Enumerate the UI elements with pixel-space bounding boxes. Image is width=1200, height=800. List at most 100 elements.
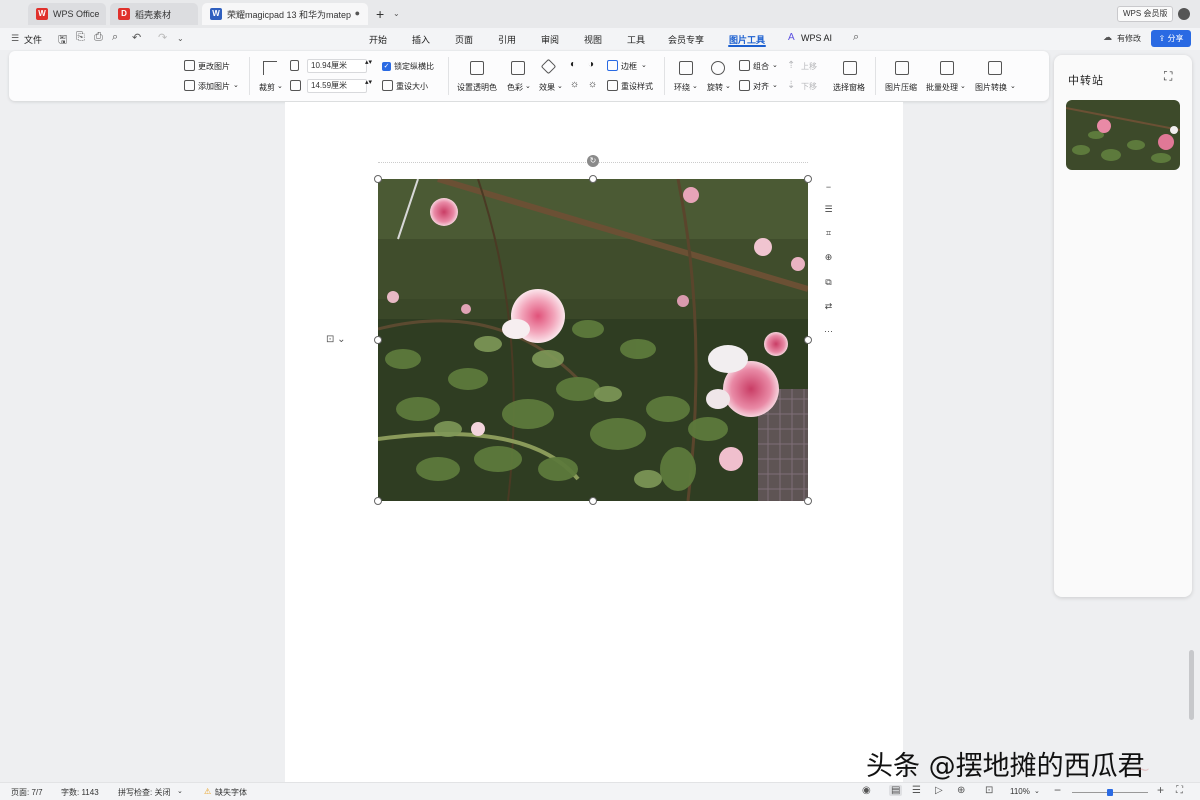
resize-handle[interactable] [374, 497, 382, 505]
rotate-button[interactable]: 旋转 [707, 82, 723, 93]
word-count[interactable]: 字数: 1143 [61, 787, 99, 798]
zoom-out-icon[interactable]: − [1054, 783, 1061, 797]
menu-insert[interactable]: 插入 [412, 33, 430, 46]
wrap-button[interactable]: 环绕 [674, 82, 690, 93]
change-image-button[interactable]: 更改图片 [198, 61, 230, 72]
resize-handle[interactable] [589, 175, 597, 183]
resize-handle[interactable] [804, 497, 812, 505]
zoom-level[interactable]: 110% [1010, 787, 1030, 796]
image-convert-icon[interactable]: ⇄ [820, 298, 837, 315]
set-transparent-button[interactable]: 设置透明色 [457, 82, 497, 93]
add-image-button[interactable]: 添加图片 [198, 81, 230, 92]
copy-icon[interactable]: ⧉ [820, 274, 837, 291]
rose-photo[interactable] [378, 179, 808, 501]
print-icon[interactable]: ⎙ [94, 31, 103, 44]
zoom-slider-thumb[interactable] [1107, 789, 1113, 796]
export-icon[interactable]: ⎘ [76, 31, 85, 44]
outline-view-icon[interactable]: ☰ [912, 785, 921, 796]
menu-hamburger-icon[interactable]: ☰ [11, 33, 19, 44]
modified-status[interactable]: 有修改 [1117, 33, 1141, 44]
bring-forward-button[interactable]: 上移 [801, 61, 817, 72]
save-icon[interactable]: 🖫 [58, 31, 67, 50]
align-button[interactable]: 对齐 [753, 81, 769, 92]
fit-page-icon[interactable]: ⊡ [985, 785, 993, 796]
spell-check-chevron-icon[interactable]: ⌄ [177, 787, 183, 795]
resize-handle[interactable] [589, 497, 597, 505]
menu-review[interactable]: 审阅 [541, 33, 559, 46]
brightness-up-icon[interactable]: ☼ [570, 79, 579, 90]
zoom-chevron-icon[interactable]: ⌄ [1034, 787, 1040, 795]
brightness-icon[interactable]: ◐ [570, 59, 576, 70]
more-options-icon[interactable]: ··· [820, 323, 837, 340]
menu-view[interactable]: 视图 [584, 33, 602, 46]
selection-pane-button[interactable]: 选择窗格 [833, 82, 865, 93]
vertical-scrollbar[interactable] [1189, 650, 1194, 720]
expand-icon[interactable]: ⛶ [1164, 69, 1172, 84]
rotate-chevron-icon[interactable]: ⌄ [725, 82, 731, 90]
share-button[interactable]: ⇪ 分享 [1151, 30, 1191, 47]
tab-dropdown-chevron-icon[interactable]: ⌄ [393, 9, 400, 18]
crop-tool-icon[interactable]: ⌗ [820, 225, 837, 242]
lock-ratio-checkbox[interactable]: ✓ [382, 62, 391, 71]
zoom-in-icon[interactable]: ⊕ [820, 249, 837, 266]
menu-tools[interactable]: 工具 [627, 33, 645, 46]
crop-chevron-icon[interactable]: ⌄ [277, 82, 283, 90]
color-button[interactable]: 色彩 [507, 82, 523, 93]
menu-page[interactable]: 页面 [455, 33, 473, 46]
menu-member[interactable]: 会员专享 [668, 33, 704, 46]
width-stepper-icon[interactable]: ▴▾ [365, 58, 372, 66]
border-button[interactable]: 边框 [621, 61, 637, 72]
new-tab-plus-icon[interactable]: + [376, 6, 384, 22]
menu-reference[interactable]: 引用 [498, 33, 516, 46]
border-chevron-icon[interactable]: ⌄ [641, 61, 647, 69]
close-tab-icon[interactable]: ● [355, 8, 360, 18]
rotate-handle-icon[interactable]: ↻ [587, 155, 599, 167]
send-backward-button[interactable]: 下移 [801, 81, 817, 92]
search-icon[interactable]: ⌕ [853, 31, 859, 44]
missing-font-status[interactable]: 缺失字体 [215, 787, 247, 798]
brightness-down-icon[interactable]: ☼ [588, 79, 597, 90]
resize-handle[interactable] [804, 336, 812, 344]
avatar[interactable] [1178, 8, 1190, 20]
play-icon[interactable]: ▷ [935, 785, 943, 796]
page-count[interactable]: 页面: 7/7 [11, 787, 43, 798]
color-chevron-icon[interactable]: ⌄ [525, 82, 531, 90]
layout-options-icon[interactable]: ⊡ ⌄ [326, 334, 346, 345]
resize-handle[interactable] [374, 175, 382, 183]
spell-check-status[interactable]: 拼写检查: 关闭 [118, 787, 170, 798]
clipboard-thumbnail[interactable] [1066, 100, 1180, 170]
crop-button[interactable]: 裁剪 [259, 82, 275, 93]
height-stepper-icon[interactable]: ▴▾ [365, 78, 372, 86]
zoom-in-status-icon[interactable]: + [1157, 783, 1164, 797]
compress-button[interactable]: 图片压缩 [885, 82, 917, 93]
convert-button[interactable]: 图片转换 [975, 82, 1007, 93]
menu-start[interactable]: 开始 [369, 33, 387, 46]
wrap-chevron-icon[interactable]: ⌄ [692, 82, 698, 90]
page-view-icon[interactable]: ▤ [889, 785, 903, 796]
height-field[interactable]: 14.59厘米 [307, 79, 367, 93]
contrast-icon[interactable]: ◑ [588, 59, 594, 70]
tab-document[interactable]: W 荣耀magicpad 13 和华为matep ● [202, 3, 368, 25]
resize-handle[interactable] [374, 336, 382, 344]
member-badge[interactable]: WPS 会员版 [1117, 6, 1174, 22]
fullscreen-icon[interactable]: ⛶ [1176, 785, 1183, 796]
effect-chevron-icon[interactable]: ⌄ [557, 82, 563, 90]
align-chevron-icon[interactable]: ⌄ [772, 81, 778, 89]
web-view-icon[interactable]: ⊕ [957, 785, 965, 796]
convert-chevron-icon[interactable]: ⌄ [1010, 82, 1016, 90]
menu-wps-ai[interactable]: WPS AI [801, 33, 832, 43]
tab-wps-office[interactable]: W WPS Office [28, 3, 106, 25]
eye-protection-icon[interactable]: ◉ [862, 785, 871, 796]
reset-style-button[interactable]: 重设样式 [621, 81, 653, 92]
add-image-chevron-icon[interactable]: ⌄ [233, 81, 239, 89]
width-field[interactable]: 10.94厘米 [307, 59, 367, 73]
menu-file[interactable]: 文件 [24, 33, 42, 46]
reset-size-button[interactable]: 重设大小 [396, 81, 428, 92]
batch-button[interactable]: 批量处理 [926, 82, 958, 93]
undo-icon[interactable]: ↶ [132, 31, 141, 44]
group-chevron-icon[interactable]: ⌄ [772, 61, 778, 69]
effect-button[interactable]: 效果 [539, 82, 555, 93]
redo-icon[interactable]: ↷ [158, 31, 167, 44]
resize-handle[interactable] [804, 175, 812, 183]
group-button[interactable]: 组合 [753, 61, 769, 72]
